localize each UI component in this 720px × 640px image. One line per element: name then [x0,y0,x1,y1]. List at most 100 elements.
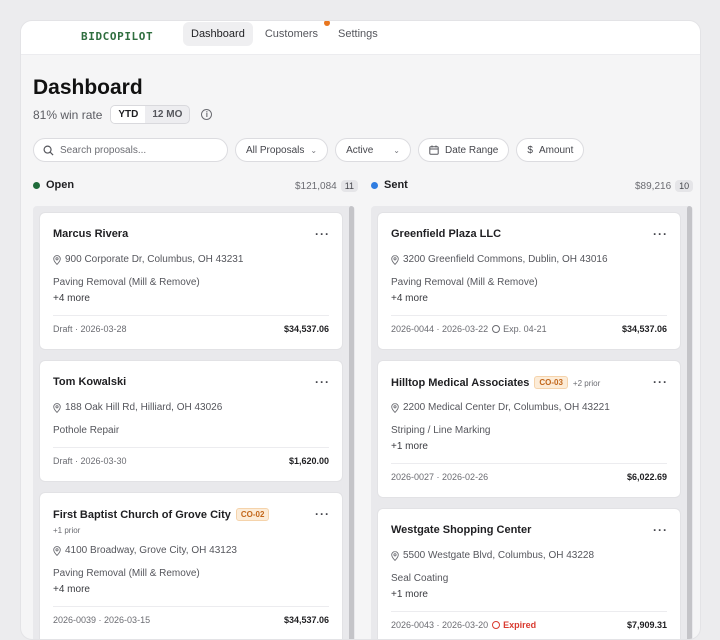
column-count: 11 [340,180,359,192]
proposal-card[interactable]: First Baptist Church of Grove City CO-02 … [39,492,343,639]
date-range-label: Date Range [445,144,499,156]
divider [391,463,667,464]
customer-name: Westgate Shopping Center [391,524,532,536]
address: 4100 Broadway, Grove City, OH 43123 [53,545,237,556]
amount-filter[interactable]: $ Amount [516,138,585,162]
divider [53,315,329,316]
status-dot [33,181,40,189]
more-services[interactable]: +1 more [391,589,428,600]
column-amount: $121,084 [295,180,337,192]
more-icon[interactable]: ··· [653,375,668,389]
search-box [33,138,228,162]
tab-customers-label: Customers [264,28,319,40]
column-amount: $89,216 [635,180,672,192]
sent-column-total: $89,216 10 [635,180,694,192]
logo: BIDCOPILOT [81,30,154,43]
proposal-card[interactable]: Tom Kowalski ··· 188 Oak Hill Rd, Hillia… [39,360,343,482]
address: 5500 Westgate Blvd, Columbus, OH 43228 [391,550,594,561]
address-text: 188 Oak Hill Rd, Hilliard, OH 43026 [65,402,223,413]
customer-name-row: First Baptist Church of Grove City CO-02 [53,508,270,521]
status-dot [371,181,378,189]
proposals-filter[interactable]: All Proposals ⌄ [235,138,329,162]
clock-icon [492,621,501,629]
service: Paving Removal (Mill & Remove) [53,277,200,288]
customer-name: Marcus Rivera [53,228,129,240]
calendar-icon [429,145,439,155]
column-title: Sent [384,179,408,191]
scrollbar[interactable] [349,206,354,639]
filter-bar: All Proposals ⌄ Active ⌄ Date Range $ Amoun… [33,138,585,162]
location-pin-icon [391,402,399,413]
app-window: BIDCOPILOT Dashboard Customers Settings … [20,20,701,640]
more-services[interactable]: +4 more [53,584,90,595]
status-filter[interactable]: Active ⌄ [335,138,411,162]
divider [53,447,329,448]
address: 3200 Greenfield Commons, Dublin, OH 4301… [391,254,608,265]
address-text: 2200 Medical Center Dr, Columbus, OH 432… [403,402,610,413]
location-pin-icon [53,254,61,265]
chevron-down-icon: ⌄ [310,145,318,155]
status-filter-label: Active [346,144,374,156]
location-pin-icon [391,254,399,265]
service: Striping / Line Marking [391,425,491,436]
tab-settings[interactable]: Settings [330,22,386,46]
card-footer: 2026-0027 · 2026-02-26 [391,472,488,482]
open-column: Marcus Rivera ··· 900 Corporate Dr, Colu… [33,206,355,639]
period-ytd[interactable]: YTD [111,106,146,123]
tab-customers[interactable]: Customers [257,21,331,46]
prior-count: +2 prior [572,379,601,388]
card-footer: Draft · 2026-03-30 [53,456,127,466]
more-icon[interactable]: ··· [315,227,330,241]
card-amount: $34,537.06 [283,324,329,334]
more-icon[interactable]: ··· [653,523,668,537]
change-order-badge: CO-02 [235,508,270,521]
open-column-header: Open [33,179,74,191]
service: Paving Removal (Mill & Remove) [391,277,538,288]
footer-meta: Draft · 2026-03-30 [53,456,127,466]
proposal-card[interactable]: Marcus Rivera ··· 900 Corporate Dr, Colu… [39,212,343,350]
top-nav: BIDCOPILOT Dashboard Customers Settings [21,21,700,55]
customer-name: First Baptist Church of Grove City [53,509,231,521]
more-services[interactable]: +4 more [391,293,428,304]
card-amount: $1,620.00 [288,456,329,466]
sent-column-header: Sent [371,179,408,191]
open-column-total: $121,084 11 [295,180,359,192]
dollar-icon: $ [527,144,533,156]
chevron-down-icon: ⌄ [393,145,400,155]
address-text: 3200 Greenfield Commons, Dublin, OH 4301… [403,254,608,265]
service: Paving Removal (Mill & Remove) [53,568,200,579]
search-input[interactable] [60,144,210,156]
page-title: Dashboard [33,76,143,99]
divider [391,611,667,612]
column-title: Open [46,179,75,191]
more-services[interactable]: +4 more [53,293,90,304]
card-footer: 2026-0044 · 2026-03-22 Exp. 04-21 [391,324,547,334]
info-icon[interactable]: i [201,109,213,120]
tab-dashboard[interactable]: Dashboard [183,22,253,46]
win-rate: 81% win rate [33,107,103,122]
sent-column: Greenfield Plaza LLC ··· 3200 Greenfield… [371,206,693,639]
address: 188 Oak Hill Rd, Hilliard, OH 43026 [53,402,222,413]
address: 900 Corporate Dr, Columbus, OH 43231 [53,254,243,265]
address-text: 900 Corporate Dr, Columbus, OH 43231 [65,254,244,265]
prior-count: +1 prior [53,526,81,535]
more-icon[interactable]: ··· [315,375,330,389]
customer-name: Hilltop Medical Associates [391,377,530,389]
proposal-card[interactable]: Hilltop Medical Associates CO-03 +2 prior … [377,360,681,498]
proposal-card[interactable]: Greenfield Plaza LLC ··· 3200 Greenfield… [377,212,681,350]
footer-meta: 2026-0027 · 2026-02-26 [391,472,489,482]
more-icon[interactable]: ··· [653,227,668,241]
customer-name-row: Hilltop Medical Associates CO-03 +2 prior [391,376,600,389]
date-range-filter[interactable]: Date Range [418,138,510,162]
proposal-card[interactable]: Westgate Shopping Center ··· 5500 Westga… [377,508,681,639]
footer-meta: 2026-0039 · 2026-03-15 [53,615,151,625]
footer-meta: Draft · 2026-03-28 [53,324,127,334]
scrollbar[interactable] [687,206,692,639]
search-icon [43,145,54,156]
more-icon[interactable]: ··· [315,507,330,521]
customer-name: Greenfield Plaza LLC [391,228,502,240]
period-12mo[interactable]: 12 MO [145,106,189,123]
card-footer: Draft · 2026-03-28 [53,324,127,334]
divider [53,606,329,607]
more-services[interactable]: +1 more [391,441,428,452]
